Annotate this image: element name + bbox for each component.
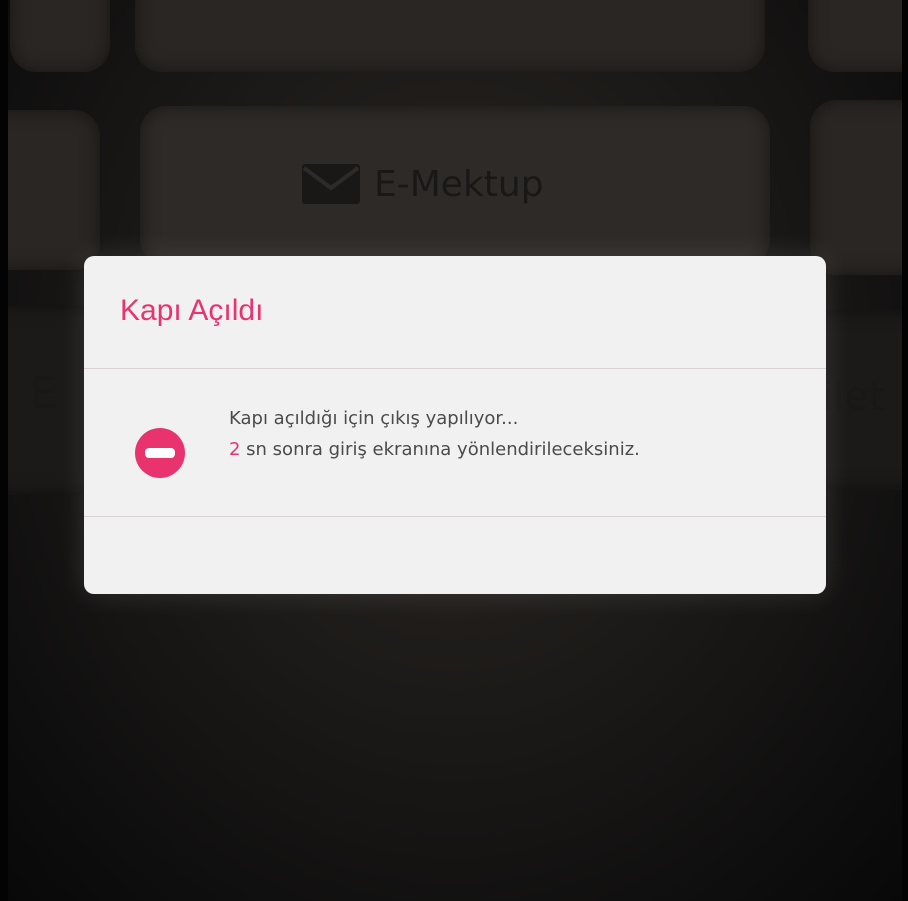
dialog-message-line-1: Kapı açıldığı için çıkış yapılıyor... xyxy=(229,408,519,429)
dialog-divider xyxy=(84,516,826,517)
background-tile xyxy=(135,0,765,72)
tv-screen: E-Mektup E ilet Kapı Açıldı Kapı açıldığ… xyxy=(0,0,908,901)
dialog-divider xyxy=(84,368,826,369)
e-mektup-label: E-Mektup xyxy=(374,163,544,205)
door-opened-dialog: Kapı Açıldı Kapı açıldığı için çıkış yap… xyxy=(84,256,826,594)
dialog-title: Kapı Açıldı xyxy=(120,294,264,327)
redirect-message: sn sonra giriş ekranına yönlendirileceks… xyxy=(240,439,640,460)
dialog-message-line-2: 2 sn sonra giriş ekranına yönlendirilece… xyxy=(229,439,640,460)
background-tile xyxy=(0,110,100,270)
envelope-icon xyxy=(302,164,360,204)
e-mektup-label-group: E-Mektup xyxy=(300,160,544,208)
screen-bezel xyxy=(0,0,8,901)
background-tile xyxy=(810,100,908,275)
background-partial-label-right: ilet xyxy=(822,374,885,420)
countdown-seconds: 2 xyxy=(229,439,241,460)
screen-bezel xyxy=(902,0,908,901)
background-tile xyxy=(10,0,110,72)
background-tile xyxy=(808,0,908,72)
background-partial-label-left: E xyxy=(30,368,58,419)
minus-circle-icon xyxy=(135,428,185,478)
